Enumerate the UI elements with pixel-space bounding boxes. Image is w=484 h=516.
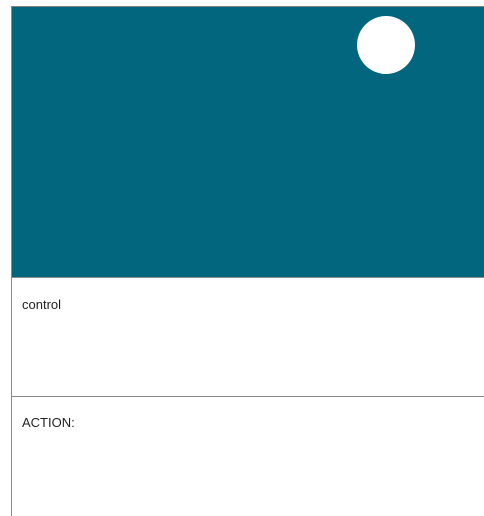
stage-canvas[interactable]	[12, 6, 484, 277]
divider-middle	[12, 396, 484, 397]
divider-top	[12, 277, 484, 278]
white-circle-marker[interactable]	[357, 16, 415, 74]
action-label: ACTION:	[22, 415, 75, 430]
control-label: control	[22, 297, 62, 312]
